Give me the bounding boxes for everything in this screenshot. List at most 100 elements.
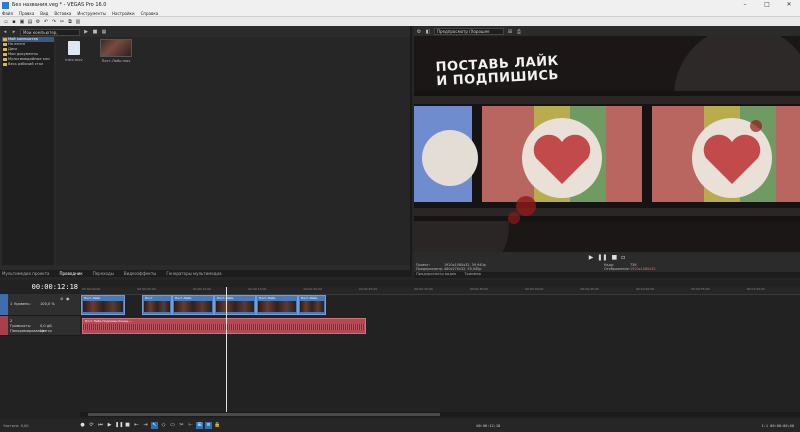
video-thumbnail [100,39,132,57]
tab-transitions[interactable]: Переходы [93,271,114,276]
preview-quality-combo[interactable]: Предпросмотр (Хорошее качество) [434,28,504,40]
pause-icon[interactable]: ❚❚ [115,422,123,429]
go-to-end-icon[interactable]: ⇥ [142,422,149,429]
menu-tools[interactable]: Инструменты [77,11,106,16]
ruler-tick-label: 00:01:00;00 [746,287,765,291]
ruler-tick-label: 00:00:30;00 [414,287,433,291]
open-icon[interactable]: ▪ [11,19,17,25]
envelope-tool-icon[interactable]: ◇ [160,422,167,429]
snapshot-icon[interactable]: ⎙ [516,29,522,35]
save-icon[interactable]: ▣ [19,19,25,25]
stop-icon[interactable]: ■ [611,254,617,261]
folder-icon [3,38,7,41]
audio-clip[interactable]: Пост-Лайк-Подпиши-Конец-... [82,318,366,334]
video-clip[interactable]: Пост-Лайк [81,295,125,315]
transport-timecode: 00:00:12;18 [476,423,501,428]
record-icon[interactable]: ● [79,422,86,429]
ruler-tick-label: 00:00:15;00 [248,287,267,291]
audio-track-header[interactable]: 2 Громкость: 0,0 дБ Панорамирование: Цен… [0,316,80,336]
ruler-tick-label: 00:00:00;00 [82,287,101,291]
playhead-cursor[interactable] [226,287,227,412]
video-track-header[interactable]: 1 Уровень: 100,0 % ⊘ ◉ [0,294,80,316]
menu-help[interactable]: Справка [141,11,159,16]
minimize-button[interactable]: – [734,0,756,10]
overlay-icon[interactable]: ⊞ [507,29,513,35]
file-item[interactable]: Пост-Лайк.mov [98,39,134,63]
transport-bar: Частота: 0,00 ● ⟳ ⏮ ▶ ❚❚ ■ ⇤ ⇥ ↖ ◇ ▭ ✂ ⊢… [0,419,800,432]
paste-icon[interactable]: ▥ [75,19,81,25]
close-button[interactable]: ✕ [778,0,800,10]
scrollbar-thumb[interactable] [88,413,440,416]
horizontal-scrollbar[interactable] [80,412,800,417]
tab-media-generators[interactable]: Генераторы мультимедиа [166,271,221,276]
ruler-tick-label: 00:00:20;00 [303,287,322,291]
tab-explorer[interactable]: Проводник [60,271,83,276]
forward-icon[interactable]: ▸ [11,29,17,35]
preview-screen[interactable]: ПОСТАВЬ ЛАЙК И ПОДПИШИСЬ [414,36,800,252]
menu-view[interactable]: Вид [40,11,48,16]
volume-value[interactable]: 0,0 дБ [40,324,52,328]
tab-video-fx[interactable]: Видеоэффекты [124,271,156,276]
stop-icon[interactable]: ■ [124,422,131,429]
waveform [83,324,365,330]
tree-item[interactable]: Весь рабочий стол [2,62,54,67]
render-icon[interactable]: ▤ [27,19,33,25]
pause-icon[interactable]: ❚❚ [597,254,607,261]
menu-edit[interactable]: Правка [19,11,34,16]
video-level-value[interactable]: 100,0 % [40,302,55,306]
play-icon[interactable]: ▶ [83,29,89,35]
play-icon[interactable]: ▶ [106,422,113,429]
ruler-tick-label: 00:00:25;00 [358,287,378,291]
file-list: intro.mov Пост-Лайк.mov [56,37,410,265]
solo-icon[interactable]: ◉ [66,296,70,301]
document-icon [68,41,80,55]
path-combo[interactable]: Мои компьютер, загрузки [20,28,80,41]
transport-end: 1:1 00:00:00;00 [761,423,794,428]
lock-envelopes-icon[interactable]: 🔒 [214,422,221,429]
video-clip[interactable]: Пост-Лайк [256,295,298,315]
play-icon[interactable]: ▶ [589,254,594,261]
selection-tool-icon[interactable]: ▭ [169,422,176,429]
normal-edit-tool-icon[interactable]: ↖ [151,422,158,429]
video-clip[interactable]: Пост-Лайк [298,295,326,315]
trim-icon[interactable]: ⊢ [187,422,194,429]
rate-readout: Частота: 0,00 [3,423,29,428]
menu-settings[interactable]: Настройки [112,11,135,16]
split-icon[interactable]: ✂ [178,422,185,429]
auto-ripple-icon[interactable]: ≋ [205,422,212,429]
views-icon[interactable]: ▦ [101,29,107,35]
info-display-value: 1920x1080x32 [630,267,656,271]
timecode-display: 00:00:12:18 [31,283,78,291]
new-icon[interactable]: ▫ [3,19,9,25]
properties-icon[interactable]: ⚙ [35,19,41,25]
tab-video-preview[interactable]: Предпросмотр видео [416,272,456,278]
menu-file[interactable]: Файл [2,11,13,16]
video-clip[interactable]: Пост [142,295,172,315]
tab-trimmer[interactable]: Триммер [464,272,481,278]
mute-icon[interactable]: ⊘ [60,296,63,301]
snap-icon[interactable]: ⊞ [196,422,203,429]
video-clip[interactable]: Пост-Лайк [214,295,256,315]
copy-icon[interactable]: ⧉ [67,19,73,25]
back-icon[interactable]: ◂ [2,29,8,35]
tab-project-media[interactable]: Мультимедиа проекта [2,271,50,276]
stop-icon[interactable]: ■ [92,29,98,35]
audio-track-number: 2 [10,319,13,323]
loop-playback-icon[interactable]: ⟳ [88,422,95,429]
explorer-toolbar: ◂ ▸ Мои компьютер, загрузки ▶ ■ ▦ [2,28,410,41]
folder-icon [3,53,7,56]
maximize-button[interactable]: □ [756,0,778,10]
redo-icon[interactable]: ↷ [51,19,57,25]
undo-icon[interactable]: ↶ [43,19,49,25]
split-icon[interactable]: ◧ [425,29,431,35]
cut-icon[interactable]: ✂ [59,19,65,25]
menu-insert[interactable]: Вставка [54,11,71,16]
settings-icon[interactable]: ⚙ [416,29,422,35]
go-to-start-icon[interactable]: ⇤ [133,422,140,429]
play-from-start-icon[interactable]: ⏮ [97,422,104,429]
video-clip[interactable]: Пост-Лайк [172,295,214,315]
pan-value[interactable]: Центр [40,329,52,333]
track-headers: 1 Уровень: 100,0 % ⊘ ◉ 2 Громкость: 0,0 … [0,294,80,336]
loop-icon[interactable]: ▫ [621,254,625,261]
file-item[interactable]: intro.mov [62,41,86,62]
